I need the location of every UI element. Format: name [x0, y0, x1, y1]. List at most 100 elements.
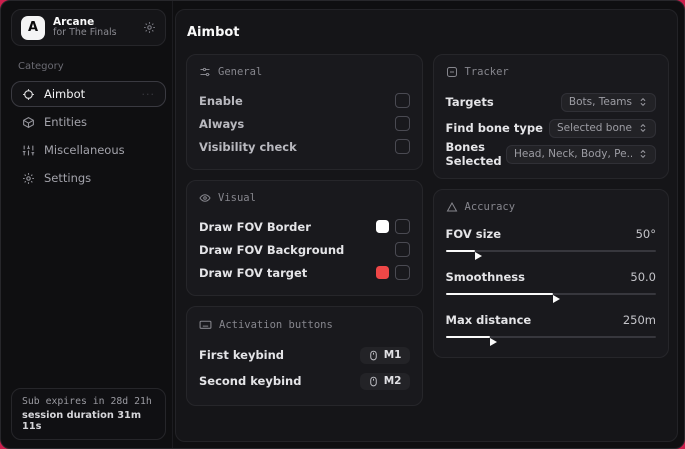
setting-row: Second keybind M2	[199, 369, 410, 393]
setting-label: Second keybind	[199, 374, 302, 388]
right-column: Tracker Targets Bots, Teams Find bone ty…	[432, 54, 669, 358]
brand-text: Arcane for The Finals	[53, 16, 135, 39]
app-subtitle: for The Finals	[53, 27, 117, 39]
slider-value: 250m	[622, 313, 656, 327]
brand-gear-icon[interactable]	[143, 21, 156, 34]
draw-fov-background-checkbox[interactable]	[394, 242, 410, 257]
sidebar: A Arcane for The Finals Category Aimbot …	[1, 1, 173, 448]
first-keybind-button[interactable]: M1	[359, 346, 410, 364]
sidebar-item-label: Entities	[44, 115, 88, 129]
slider-fill	[445, 250, 482, 260]
accuracy-card: Accuracy FOV size 50° Smoothness 50.0 Ma…	[432, 189, 669, 358]
card-title-label: General	[218, 66, 263, 78]
setting-row: Draw FOV Background	[199, 239, 410, 260]
chevrons-up-down-icon	[638, 97, 648, 107]
chevrons-up-down-icon	[638, 123, 648, 133]
slider-thumb[interactable]	[552, 294, 560, 303]
setting-row: Enable	[199, 90, 410, 111]
setting-label: Always	[199, 116, 245, 131]
setting-row: Visibility check	[199, 136, 410, 157]
sub-expiry-text: Sub expires in 28d 21h	[22, 396, 152, 407]
subscription-info-card: Sub expires in 28d 21h session duration …	[11, 388, 166, 440]
card-title-label: Activation buttons	[219, 318, 333, 331]
setting-row: Always	[199, 113, 410, 134]
triangle-icon	[446, 201, 458, 213]
sidebar-item-settings[interactable]: Settings	[11, 165, 166, 191]
targets-dropdown[interactable]: Bots, Teams	[560, 92, 656, 112]
setting-label: Find bone type	[445, 121, 543, 135]
tune-icon	[199, 66, 211, 78]
sidebar-item-label: Settings	[44, 171, 92, 185]
slider-thumb[interactable]	[489, 337, 497, 346]
slider-fill	[445, 293, 560, 303]
app-logo: A	[21, 15, 45, 40]
setting-row: Draw FOV Border	[199, 216, 410, 237]
sidebar-item-entities[interactable]: Entities	[11, 109, 166, 135]
dropdown-value: Head, Neck, Body, Pe...	[514, 148, 632, 160]
card-title-label: Visual	[218, 192, 256, 204]
fov-size-slider[interactable]	[445, 245, 656, 260]
sliders-icon	[22, 144, 35, 157]
left-column: General Enable Always Visibility check V…	[186, 54, 423, 406]
dropdown-value: Selected bone	[556, 122, 632, 134]
sidebar-item-label: Aimbot	[44, 87, 86, 101]
card-title-label: Accuracy	[464, 201, 516, 213]
general-card: General Enable Always Visibility check	[186, 54, 423, 170]
fov-target-color-swatch[interactable]	[375, 266, 389, 279]
scan-icon	[446, 66, 458, 78]
setting-label: Draw FOV target	[199, 265, 308, 280]
activation-card: Activation buttons First keybind M1 Seco…	[186, 306, 423, 406]
slider-fill	[445, 336, 497, 346]
setting-label: Smoothness	[445, 270, 525, 284]
find-bone-type-dropdown[interactable]: Selected bone	[548, 118, 656, 138]
setting-label: Draw FOV Background	[199, 242, 345, 257]
page-title: Aimbot	[187, 25, 240, 40]
enable-checkbox[interactable]	[394, 93, 410, 108]
draw-fov-target-checkbox[interactable]	[394, 265, 410, 280]
tracker-card: Tracker Targets Bots, Teams Find bone ty…	[432, 54, 669, 179]
category-label: Category	[18, 61, 64, 72]
slider-value: 50.0	[630, 270, 656, 284]
brand-card: A Arcane for The Finals	[11, 9, 166, 46]
setting-label: Visibility check	[199, 139, 297, 154]
visual-card: Visual Draw FOV Border Draw FOV Backgrou…	[186, 180, 423, 296]
gear-icon	[22, 172, 35, 185]
setting-row: Find bone type Selected bone	[445, 116, 656, 140]
mouse-icon	[368, 350, 379, 361]
eye-icon	[199, 192, 211, 204]
crosshair-icon	[22, 88, 35, 101]
sidebar-item-miscellaneous[interactable]: Miscellaneous	[11, 137, 166, 163]
card-title-label: Tracker	[464, 66, 509, 78]
setting-label: Bones Selected	[445, 140, 502, 168]
sidebar-item-aimbot[interactable]: Aimbot ···	[11, 81, 166, 107]
setting-label: FOV size	[445, 227, 502, 241]
fov-border-color-swatch[interactable]	[375, 220, 389, 233]
setting-row: Draw FOV target	[199, 262, 410, 283]
session-duration-text: session duration 31m 11s	[22, 410, 142, 432]
setting-row: Bones Selected Head, Neck, Body, Pe...	[445, 140, 656, 168]
bones-selected-dropdown[interactable]: Head, Neck, Body, Pe...	[506, 144, 656, 164]
always-checkbox[interactable]	[394, 116, 410, 131]
setting-label: Draw FOV Border	[199, 219, 311, 234]
max-distance-group: Max distance 250m	[445, 311, 656, 346]
second-keybind-button[interactable]: M2	[359, 372, 410, 390]
setting-row: First keybind M1	[199, 343, 410, 367]
draw-fov-border-checkbox[interactable]	[394, 219, 410, 234]
app-window: A Arcane for The Finals Category Aimbot …	[0, 0, 685, 449]
setting-row: Targets Bots, Teams	[445, 90, 656, 114]
setting-label: Targets	[445, 95, 494, 109]
smoothness-slider[interactable]	[445, 288, 656, 303]
keybind-value: M1	[383, 349, 402, 361]
max-distance-slider[interactable]	[445, 331, 656, 346]
setting-label: Max distance	[445, 313, 532, 327]
box-icon	[22, 116, 35, 129]
visibility-check-checkbox[interactable]	[394, 139, 410, 154]
keybind-value: M2	[383, 375, 402, 387]
sidebar-item-label: Miscellaneous	[44, 143, 125, 157]
keyboard-icon	[199, 318, 212, 331]
slider-value: 50°	[635, 227, 656, 241]
slider-thumb[interactable]	[474, 251, 482, 260]
dropdown-value: Bots, Teams	[568, 96, 632, 108]
chevrons-up-down-icon	[638, 149, 648, 159]
setting-label: First keybind	[199, 348, 285, 362]
